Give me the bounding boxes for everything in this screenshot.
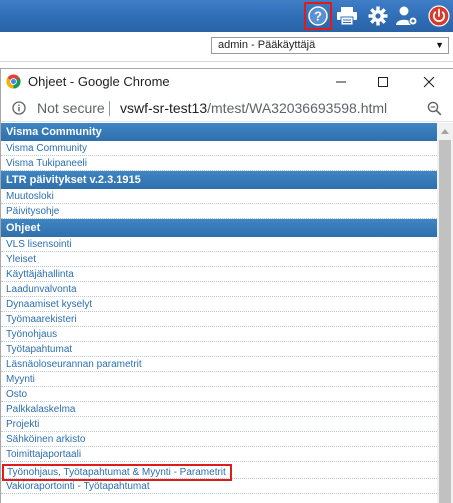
help-link[interactable]: Muutosloki: [1, 189, 437, 204]
help-link[interactable]: Projekti: [1, 417, 437, 432]
user-settings-icon: [396, 6, 418, 26]
address-bar[interactable]: Not secure vswf-sr-test13/mtest/WA320366…: [1, 95, 453, 122]
security-label: Not secure: [37, 100, 105, 116]
chrome-logo-icon: [6, 74, 21, 89]
minimize-icon: [336, 81, 346, 83]
url-text[interactable]: vswf-sr-test13/mtest/WA32036693598.html: [120, 100, 387, 117]
gear-icon: [368, 6, 388, 26]
help-button[interactable]: ?: [304, 2, 332, 30]
address-separator: [109, 101, 110, 116]
url-path: /mtest/WA32036693598.html: [207, 100, 388, 116]
help-link[interactable]: Yleiset: [1, 252, 437, 267]
help-link[interactable]: Työnohjaus: [1, 327, 437, 342]
svg-text:?: ?: [314, 9, 322, 24]
window-title: Ohjeet - Google Chrome: [28, 74, 170, 89]
logout-button[interactable]: [426, 3, 452, 29]
user-role-value: admin - Pääkäyttäjä: [218, 39, 316, 51]
help-link[interactable]: Päivitysohje: [1, 204, 437, 219]
help-link[interactable]: Toimittajaportaali: [1, 447, 437, 462]
print-button[interactable]: [334, 3, 360, 29]
help-link[interactable]: Käyttäjähallinta: [1, 267, 437, 282]
section-header: Visma Community: [1, 123, 437, 141]
highlighted-row: Työnohjaus, Työtapahtumat & Myynti - Par…: [1, 462, 437, 481]
chevron-down-icon: ▼: [435, 40, 444, 50]
help-link[interactable]: Visma Tukipaneeli: [1, 156, 437, 171]
section-header: LTR päivitykset v.2.3.1915: [1, 171, 437, 189]
window-titlebar: Ohjeet - Google Chrome: [1, 69, 453, 95]
help-link[interactable]: Myynti: [1, 372, 437, 387]
vertical-scrollbar[interactable]: [437, 123, 453, 503]
help-link[interactable]: Työmaarekisteri: [1, 312, 437, 327]
section-header: Ohjeet: [1, 219, 437, 237]
power-icon: [428, 5, 450, 27]
help-link[interactable]: Dynaamiset kyselyt: [1, 297, 437, 312]
user-role-select[interactable]: admin - Pääkäyttäjä ▼: [211, 37, 449, 54]
help-link[interactable]: VLS lisensointi: [1, 237, 437, 252]
help-link[interactable]: Työtapahtumat: [1, 342, 437, 357]
help-link[interactable]: Visma Community: [1, 141, 437, 156]
user-settings-button[interactable]: [394, 3, 420, 29]
user-bar: admin - Pääkäyttäjä ▼: [0, 32, 453, 62]
help-link[interactable]: Läsnäoloseurannan parametrit: [1, 357, 437, 372]
help-link[interactable]: Vakioraportointi - Työtapahtumat: [1, 479, 437, 494]
info-icon[interactable]: [12, 101, 26, 115]
url-host: vswf-sr-test13: [120, 100, 208, 116]
arrow-up-icon: [441, 129, 449, 134]
help-link[interactable]: Osto: [1, 387, 437, 402]
close-icon: [423, 76, 435, 88]
help-content: Visma Community Visma Community Visma Tu…: [1, 123, 437, 503]
help-popup-window: Ohjeet - Google Chrome Not secure vswf-s…: [0, 68, 453, 503]
close-button[interactable]: [409, 69, 449, 95]
maximize-icon: [378, 77, 388, 87]
help-link[interactable]: Palkkalaskelma: [1, 402, 437, 417]
help-link[interactable]: Sähköinen arkisto: [1, 432, 437, 447]
print-icon: [337, 7, 357, 26]
help-icon: ?: [308, 6, 328, 26]
minimize-button[interactable]: [321, 69, 361, 95]
app-toolbar: ?: [0, 0, 453, 32]
scroll-thumb[interactable]: [439, 140, 451, 503]
maximize-button[interactable]: [363, 69, 403, 95]
settings-button[interactable]: [365, 3, 391, 29]
help-link[interactable]: Laadunvalvonta: [1, 282, 437, 297]
zoom-out-icon[interactable]: [427, 101, 442, 116]
scroll-up-button[interactable]: [437, 123, 453, 139]
